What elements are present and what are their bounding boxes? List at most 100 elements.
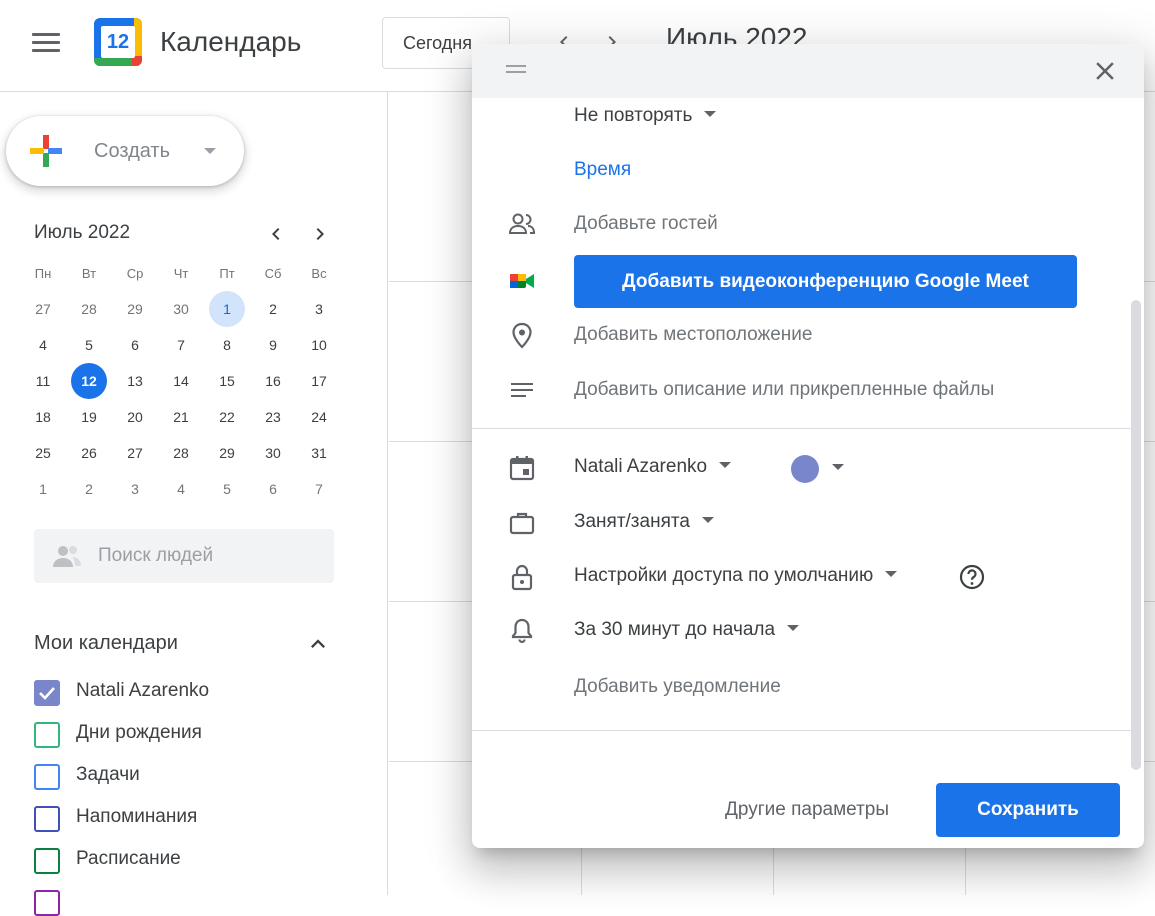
mini-calendar-day[interactable]: 19 <box>71 399 107 435</box>
mini-calendar-day[interactable]: 28 <box>163 435 199 471</box>
mini-calendar-day[interactable]: 8 <box>209 327 245 363</box>
create-button[interactable]: Создать <box>6 116 244 186</box>
briefcase-icon <box>509 512 535 535</box>
mini-calendar-day[interactable]: 5 <box>209 471 245 507</box>
mini-calendar-day[interactable]: 5 <box>71 327 107 363</box>
description-input[interactable]: Добавить описание или прикрепленные файл… <box>574 379 994 401</box>
mini-calendar-day[interactable]: 11 <box>25 363 61 399</box>
more-options-button[interactable]: Другие параметры <box>700 784 914 836</box>
mini-calendar-day[interactable]: 31 <box>301 435 337 471</box>
mini-calendar-day[interactable]: 10 <box>301 327 337 363</box>
mini-prev-month-icon[interactable] <box>264 222 288 246</box>
main-menu-button[interactable] <box>32 33 60 53</box>
calendar-list-item[interactable]: Дни рождения <box>34 720 364 748</box>
weekday-label: Сб <box>264 266 282 281</box>
mini-calendar-day[interactable]: 13 <box>117 363 153 399</box>
calendar-owner-label: Natali Azarenko <box>574 456 708 477</box>
event-color-dot[interactable] <box>791 455 819 483</box>
calendar-checkbox[interactable] <box>34 680 60 706</box>
drag-handle-icon[interactable] <box>506 65 526 75</box>
add-notification-link[interactable]: Добавить уведомление <box>574 676 781 698</box>
mini-calendar-day[interactable]: 23 <box>255 399 291 435</box>
people-search[interactable] <box>34 529 334 583</box>
mini-calendar-day[interactable]: 22 <box>209 399 245 435</box>
mini-calendar-day[interactable]: 7 <box>301 471 337 507</box>
mini-calendar-day[interactable]: 6 <box>255 471 291 507</box>
calendar-checkbox[interactable] <box>34 890 60 916</box>
mini-calendar-day[interactable]: 1 <box>25 471 61 507</box>
dialog-header[interactable] <box>472 44 1144 98</box>
mini-next-month-icon[interactable] <box>308 222 332 246</box>
chevron-up-icon[interactable] <box>304 630 332 658</box>
weekday-label: Пт <box>219 266 235 281</box>
notification-dropdown[interactable]: За 30 минут до начала <box>574 619 800 641</box>
calendar-logo[interactable]: 12 <box>94 18 142 66</box>
mini-calendar-day[interactable]: 1 <box>209 291 245 327</box>
mini-calendar-day[interactable]: 4 <box>25 327 61 363</box>
mini-calendar-day[interactable]: 2 <box>255 291 291 327</box>
mini-calendar-day[interactable]: 26 <box>71 435 107 471</box>
calendar-list-item[interactable]: Напоминания <box>34 804 364 832</box>
mini-calendar-day[interactable]: 4 <box>163 471 199 507</box>
guests-input[interactable]: Добавьте гостей <box>574 213 718 235</box>
create-dropdown-icon[interactable] <box>204 148 216 154</box>
mini-calendar-day[interactable]: 15 <box>209 363 245 399</box>
calendar-checkbox[interactable] <box>34 848 60 874</box>
mini-calendar-day[interactable]: 9 <box>255 327 291 363</box>
mini-calendar-day[interactable]: 21 <box>163 399 199 435</box>
calendar-checkbox[interactable] <box>34 806 60 832</box>
mini-calendar-day[interactable]: 28 <box>71 291 107 327</box>
mini-calendar-day[interactable]: 12 <box>71 363 107 399</box>
calendar-label: Дни рождения <box>76 722 202 743</box>
mini-calendar-day[interactable]: 30 <box>163 291 199 327</box>
mini-calendar-day[interactable]: 18 <box>25 399 61 435</box>
calendar-checkbox[interactable] <box>34 722 60 748</box>
busy-status-dropdown[interactable]: Занят/занята <box>574 511 714 533</box>
mini-calendar-day[interactable]: 6 <box>117 327 153 363</box>
caret-down-icon <box>885 570 898 577</box>
my-calendars-title: Мои календари <box>34 632 178 654</box>
people-icon <box>53 546 81 567</box>
calendar-owner-dropdown[interactable]: Natali Azarenko <box>574 456 732 478</box>
mini-calendar-day[interactable]: 17 <box>301 363 337 399</box>
notification-label: За 30 минут до начала <box>574 619 776 640</box>
add-meet-button[interactable]: Добавить видеоконференцию Google Meet <box>574 255 1077 308</box>
mini-calendar-day[interactable]: 20 <box>117 399 153 435</box>
mini-calendar-day[interactable]: 3 <box>117 471 153 507</box>
mini-calendar-title: Июль 2022 <box>34 222 131 243</box>
calendar-list-item[interactable]: Расписание <box>34 846 364 874</box>
visibility-dropdown[interactable]: Настройки доступа по умолчанию <box>574 565 898 587</box>
mini-calendar-day[interactable]: 27 <box>117 435 153 471</box>
people-search-input[interactable] <box>98 529 318 583</box>
mini-calendar-day[interactable]: 2 <box>71 471 107 507</box>
mini-calendar-day[interactable]: 3 <box>301 291 337 327</box>
mini-calendar-day[interactable]: 30 <box>255 435 291 471</box>
sidebar: Создать Июль 2022 Пн Вт Ср Чт Пт Сб Вс 27 28 29 30… <box>0 92 388 916</box>
caret-down-icon <box>704 110 717 117</box>
save-button[interactable]: Сохранить <box>936 783 1120 837</box>
mini-calendar-day[interactable]: 7 <box>163 327 199 363</box>
mini-calendar-day[interactable]: 29 <box>209 435 245 471</box>
visibility-label: Настройки доступа по умолчанию <box>574 565 874 586</box>
mini-calendar-day[interactable]: 25 <box>25 435 61 471</box>
mini-calendar-day[interactable]: 27 <box>25 291 61 327</box>
section-divider <box>472 730 1132 731</box>
weekday-label: Чт <box>173 266 189 281</box>
close-icon[interactable] <box>1090 56 1120 86</box>
calendar-list-item[interactable]: Natali Azarenko <box>34 678 364 706</box>
location-input[interactable]: Добавить местоположение <box>574 324 812 346</box>
calendar-checkbox[interactable] <box>34 764 60 790</box>
color-caret-icon[interactable] <box>832 464 844 470</box>
weekday-label: Пн <box>34 266 52 281</box>
mini-calendar-day[interactable]: 24 <box>301 399 337 435</box>
plus-icon <box>30 135 62 167</box>
repeat-dropdown[interactable]: Не повторять <box>574 105 717 127</box>
calendar-list-item[interactable]: Задачи <box>34 762 364 790</box>
mini-calendar-day[interactable]: 29 <box>117 291 153 327</box>
help-icon[interactable] <box>958 563 986 591</box>
mini-calendar-day[interactable]: 16 <box>255 363 291 399</box>
dialog-scrollbar[interactable] <box>1131 300 1141 770</box>
mini-calendar-day[interactable]: 14 <box>163 363 199 399</box>
event-dialog: Не повторять Время Добавьте гостей Добав… <box>472 44 1144 848</box>
time-link[interactable]: Время <box>574 159 631 181</box>
